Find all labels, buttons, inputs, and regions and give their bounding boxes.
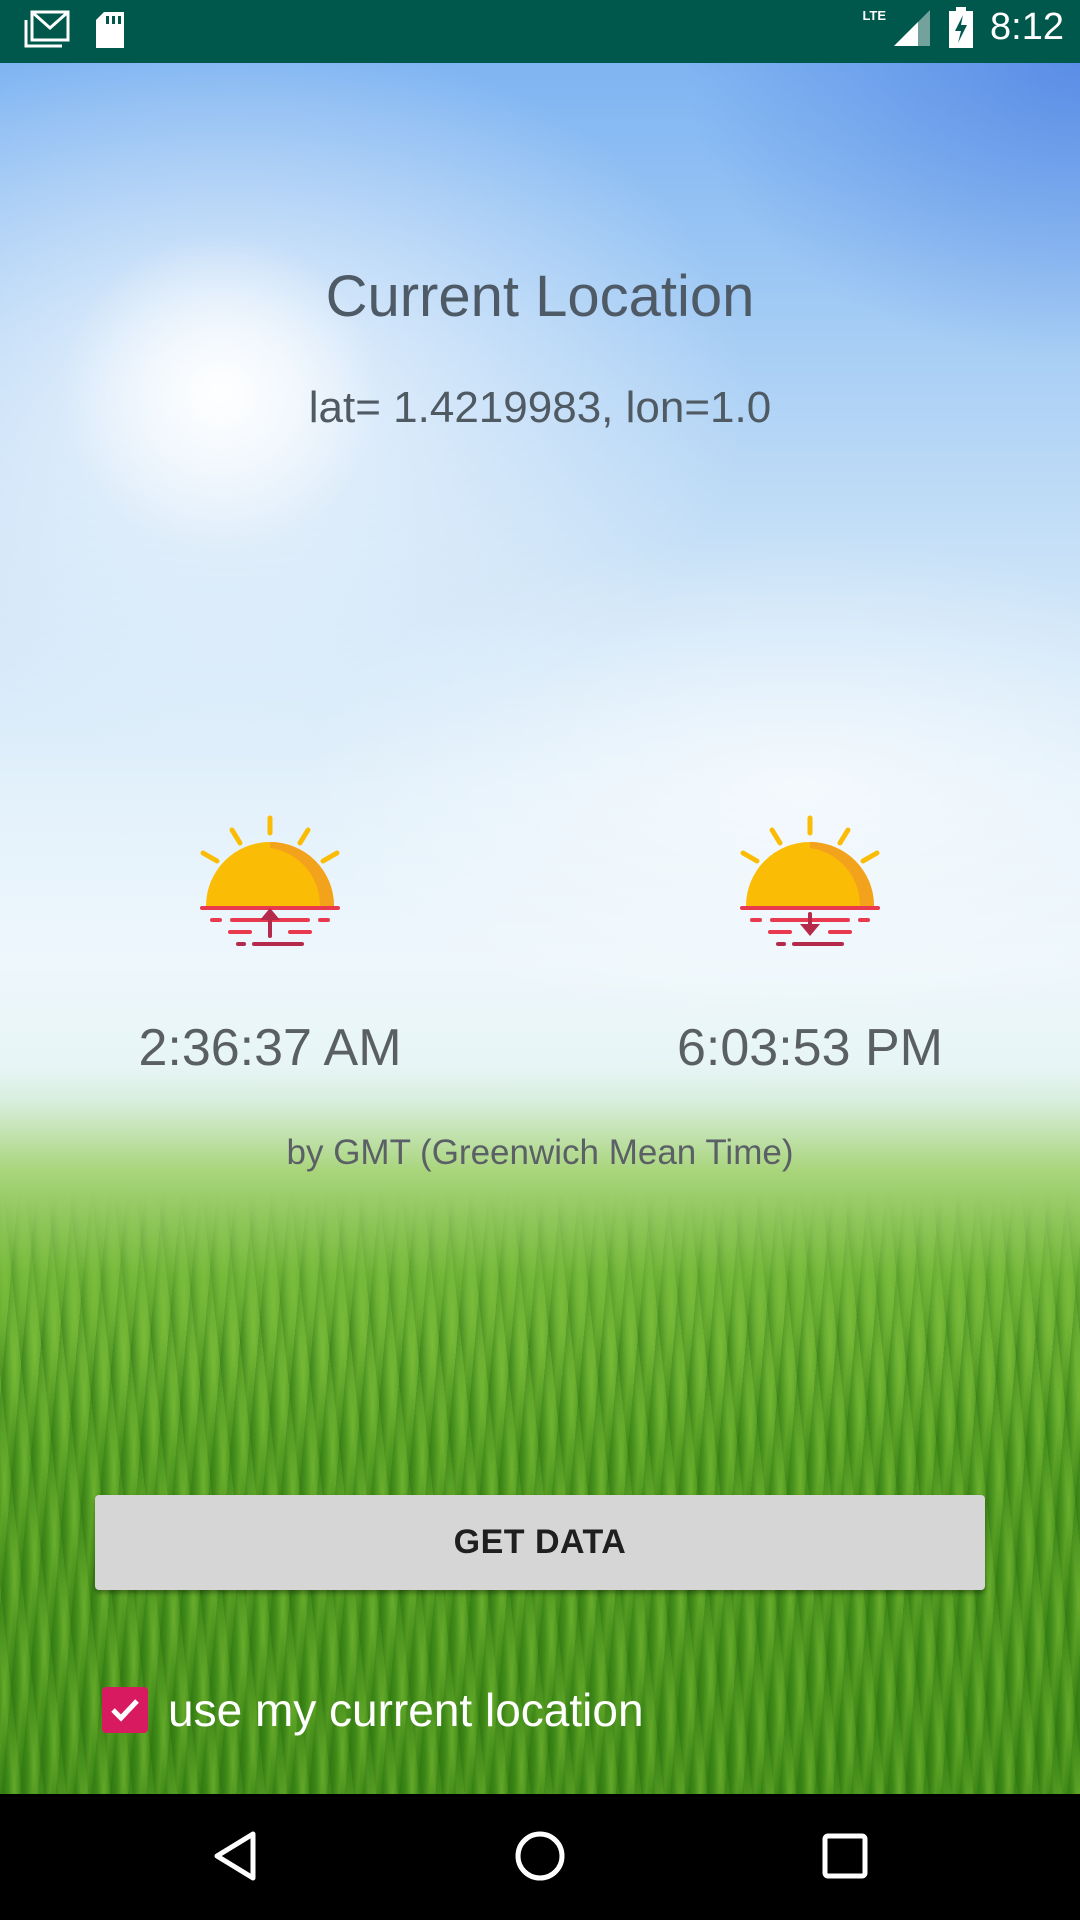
network-type: LTE [862, 8, 887, 23]
home-icon[interactable] [510, 1826, 570, 1886]
page-title: Current Location [325, 264, 755, 329]
timezone-note: by GMT (Greenwich Mean Time) [286, 1133, 794, 1172]
signal-icon [894, 9, 931, 46]
use-location-label[interactable]: use my current location [168, 1683, 644, 1737]
status-right: LTE 8:12 [862, 6, 1064, 49]
status-time: 8:12 [990, 6, 1064, 48]
use-location-checkbox[interactable] [102, 1687, 148, 1733]
back-icon[interactable] [205, 1826, 265, 1886]
battery-charging-icon [949, 6, 974, 48]
navigation-bar [0, 1794, 1080, 1920]
sunset-icon [740, 815, 880, 946]
status-left [24, 10, 126, 50]
sunrise-icon [200, 815, 340, 946]
status-bar: LTE 8:12 [0, 0, 1080, 63]
coordinates-text: lat= 1.4219983, lon=1.0 [308, 383, 772, 432]
get-data-button[interactable]: GET DATA [95, 1495, 985, 1590]
sd-card-icon [96, 12, 124, 48]
sunrise-time: 2:36:37 AM [138, 1019, 402, 1077]
sunset-time: 6:03:53 PM [677, 1019, 943, 1077]
checkmark-icon [111, 1699, 139, 1722]
gmail-icon [24, 10, 70, 48]
use-location-row[interactable]: use my current location [102, 1683, 644, 1737]
recents-icon[interactable] [815, 1826, 875, 1886]
app-content: Current Location lat= 1.4219983, lon=1.0 [0, 63, 1080, 1794]
